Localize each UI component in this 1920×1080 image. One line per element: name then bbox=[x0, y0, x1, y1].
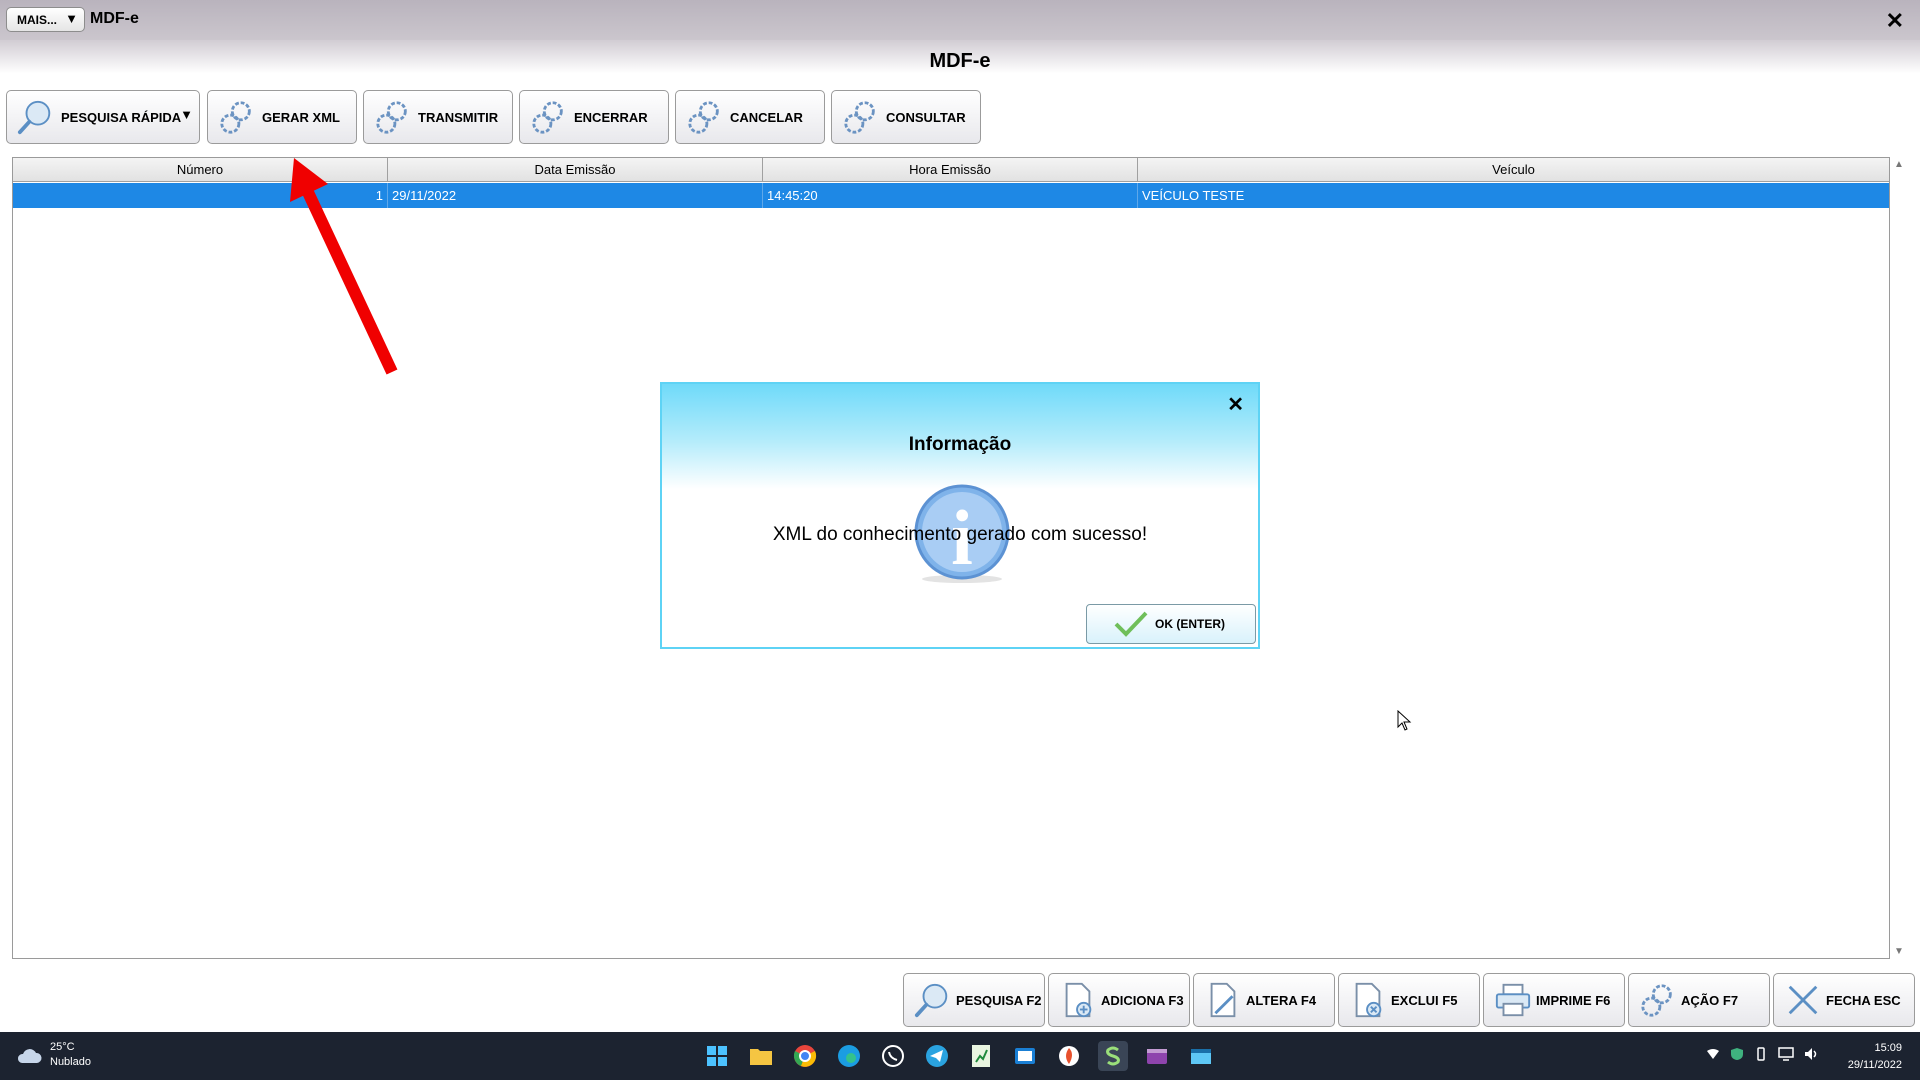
printer-icon bbox=[1494, 981, 1532, 1019]
transmit-button[interactable]: TRANSMITIR bbox=[363, 90, 513, 144]
delete-document-icon bbox=[1349, 981, 1387, 1019]
print-f6-button[interactable]: IMPRIME F6 bbox=[1483, 973, 1625, 1027]
magnifier-icon bbox=[914, 981, 952, 1019]
gear-icon bbox=[218, 98, 256, 136]
system-tray bbox=[1706, 1047, 1820, 1064]
close-mdfe-label: ENCERRAR bbox=[574, 109, 648, 125]
dialog-close-icon[interactable]: ✕ bbox=[1227, 392, 1244, 417]
clock-date: 29/11/2022 bbox=[1847, 1059, 1902, 1071]
cell-veiculo: VEÍCULO TESTE bbox=[1142, 188, 1245, 203]
vertical-scrollbar[interactable]: ▲ ▼ bbox=[1890, 157, 1908, 959]
cell-data-emissao: 29/11/2022 bbox=[388, 183, 763, 208]
mail-icon[interactable] bbox=[1010, 1041, 1040, 1071]
shield-icon[interactable] bbox=[1730, 1047, 1744, 1064]
scroll-up-icon[interactable]: ▲ bbox=[1890, 159, 1908, 170]
generate-xml-label: GERAR XML bbox=[262, 109, 340, 125]
cancel-label: CANCELAR bbox=[730, 109, 803, 125]
gear-icon bbox=[374, 98, 412, 136]
file-explorer-icon[interactable] bbox=[746, 1041, 776, 1071]
weather-widget[interactable]: 25°C Nublado bbox=[16, 1040, 91, 1070]
add-f3-label: ADICIONA F3 bbox=[1101, 992, 1184, 1008]
query-label: CONSULTAR bbox=[886, 109, 966, 125]
cancel-button[interactable]: CANCELAR bbox=[675, 90, 825, 144]
chevron-down-icon[interactable]: ▼ bbox=[180, 107, 193, 122]
ok-button[interactable]: OK (ENTER) bbox=[1086, 604, 1256, 644]
app-icon[interactable] bbox=[1054, 1041, 1084, 1071]
gear-icon bbox=[686, 98, 724, 136]
close-esc-button[interactable]: FECHA ESC bbox=[1773, 973, 1915, 1027]
close-mdfe-button[interactable]: ENCERRAR bbox=[519, 90, 669, 144]
column-header-data-emissao[interactable]: Data Emissão bbox=[388, 158, 763, 181]
gear-icon bbox=[1639, 981, 1677, 1019]
clock[interactable]: 15:09 29/11/2022 bbox=[1848, 1040, 1902, 1074]
info-dialog: ✕ Informação i XML do conhecimento gerad… bbox=[660, 382, 1260, 649]
video-icon[interactable] bbox=[1142, 1041, 1172, 1071]
transmit-label: TRANSMITIR bbox=[418, 109, 499, 125]
usb-icon[interactable] bbox=[1754, 1047, 1768, 1064]
annotation-arrow-icon bbox=[290, 158, 398, 375]
weather-condition: Nublado bbox=[50, 1056, 91, 1068]
more-menu-label: MAIS... bbox=[17, 12, 58, 27]
edit-f4-button[interactable]: ALTERA F4 bbox=[1193, 973, 1335, 1027]
delete-f5-button[interactable]: EXCLUI F5 bbox=[1338, 973, 1480, 1027]
scroll-down-icon[interactable]: ▼ bbox=[1890, 946, 1908, 957]
magnifier-icon bbox=[17, 98, 55, 136]
display-icon[interactable] bbox=[1778, 1047, 1794, 1064]
edit-document-icon bbox=[1204, 981, 1242, 1019]
gear-icon bbox=[530, 98, 568, 136]
taskbar: 25°C Nublado 15:09 29/11/2022 bbox=[0, 1032, 1920, 1080]
action-f7-label: AÇÃO F7 bbox=[1681, 992, 1739, 1008]
window-icon[interactable] bbox=[1186, 1041, 1216, 1071]
close-icon bbox=[1784, 981, 1822, 1019]
close-window-button[interactable]: ✕ bbox=[1886, 8, 1904, 34]
add-f3-button[interactable]: ADICIONA F3 bbox=[1048, 973, 1190, 1027]
dialog-message: XML do conhecimento gerado com sucesso! bbox=[772, 524, 1148, 545]
page-title: MDF-e bbox=[929, 50, 991, 72]
column-header-hora-emissao[interactable]: Hora Emissão bbox=[763, 158, 1138, 181]
telegram-icon[interactable] bbox=[922, 1041, 952, 1071]
mouse-cursor-icon bbox=[1397, 710, 1412, 731]
column-header-veiculo[interactable]: Veículo bbox=[1138, 158, 1889, 181]
edge-icon[interactable] bbox=[834, 1041, 864, 1071]
search-f2-button[interactable]: PESQUISA F2 bbox=[903, 973, 1045, 1027]
quick-search-label: PESQUISA RÁPIDA bbox=[61, 109, 182, 125]
chevron-down-icon: ▼ bbox=[65, 11, 78, 26]
add-document-icon bbox=[1059, 981, 1097, 1019]
weather-temperature: 25°C bbox=[50, 1041, 75, 1053]
ok-label: OK (ENTER) bbox=[1155, 617, 1225, 631]
cell-hora-emissao: 14:45:20 bbox=[763, 183, 1138, 208]
edit-f4-label: ALTERA F4 bbox=[1246, 992, 1317, 1008]
generate-xml-button[interactable]: GERAR XML bbox=[207, 90, 357, 144]
query-button[interactable]: CONSULTAR bbox=[831, 90, 981, 144]
app-title: MDF-e bbox=[90, 10, 139, 27]
whatsapp-icon[interactable] bbox=[878, 1041, 908, 1071]
clock-time: 15:09 bbox=[1874, 1042, 1902, 1054]
taskbar-apps bbox=[702, 1041, 1216, 1071]
print-f6-label: IMPRIME F6 bbox=[1536, 992, 1611, 1008]
chrome-icon[interactable] bbox=[790, 1041, 820, 1071]
cloud-icon bbox=[17, 1049, 42, 1063]
action-f7-button[interactable]: AÇÃO F7 bbox=[1628, 973, 1770, 1027]
gear-icon bbox=[842, 98, 880, 136]
erp-app-icon[interactable] bbox=[1098, 1041, 1128, 1071]
close-esc-label: FECHA ESC bbox=[1826, 992, 1901, 1008]
search-f2-label: PESQUISA F2 bbox=[956, 992, 1042, 1008]
title-bar: MAIS... ▼ MDF-e ✕ bbox=[0, 0, 1920, 40]
windows-start-icon[interactable] bbox=[702, 1041, 732, 1071]
volume-icon[interactable] bbox=[1804, 1047, 1820, 1064]
dialog-title: Informação bbox=[908, 434, 1012, 455]
more-menu-button[interactable]: MAIS... ▼ bbox=[6, 7, 85, 32]
delete-f5-label: EXCLUI F5 bbox=[1391, 992, 1458, 1008]
spreadsheet-icon[interactable] bbox=[966, 1041, 996, 1071]
checkmark-icon bbox=[1114, 611, 1148, 637]
quick-search-button[interactable]: PESQUISA RÁPIDA ▼ bbox=[6, 90, 200, 144]
network-icon[interactable] bbox=[1706, 1047, 1720, 1064]
